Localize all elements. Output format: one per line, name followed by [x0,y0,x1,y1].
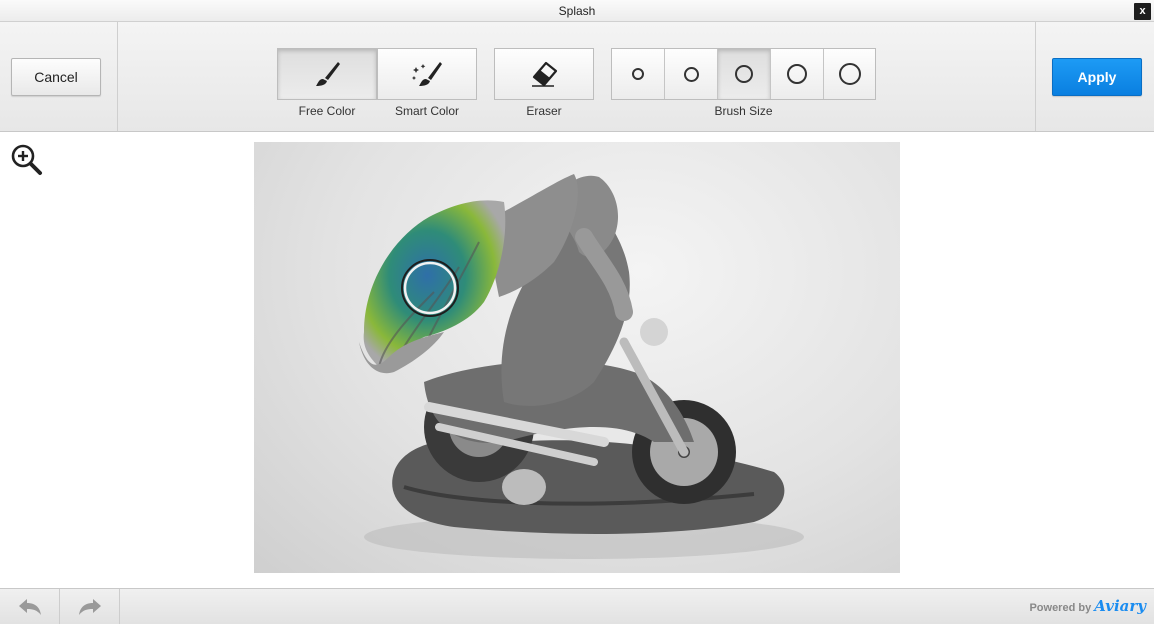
brush-size-1-button[interactable] [612,49,665,99]
cancel-button[interactable]: Cancel [11,58,101,96]
toolbar-right: Apply [1035,22,1154,131]
eraser-label: Eraser [526,104,562,118]
smart-color-button[interactable] [377,48,477,100]
photo-image [359,174,804,559]
brush-size-4-icon [787,64,807,84]
free-color-label: Free Color [298,104,356,118]
powered-by-text: Powered by [1029,602,1092,614]
powered-by: Powered by Aviary [1029,597,1146,615]
brush-size-3-button[interactable] [718,49,771,99]
splash-editor: Splash x Cancel Free Color Smart Color E… [0,0,1154,624]
free-color-button[interactable] [277,48,377,100]
brush-size-2-button[interactable] [665,49,718,99]
undo-button[interactable] [0,589,60,624]
workspace [0,132,1154,588]
brush-size-5-button[interactable] [824,49,875,99]
zoom-in-icon[interactable] [10,143,44,177]
redo-button[interactable] [60,589,120,624]
title-bar: Splash x [0,0,1154,22]
eraser-button[interactable] [494,48,594,100]
photo-canvas[interactable] [254,142,900,573]
eraser-icon [532,61,558,87]
magic-brush-icon [412,62,442,86]
paintbrush-icon [316,62,340,86]
brush-size-label: Brush Size [714,104,773,118]
toolbar-left: Cancel [0,22,118,131]
aviary-logo[interactable]: Aviary [1094,597,1146,615]
brush-size-1-icon [632,68,644,80]
smart-color-label: Smart Color [394,104,459,118]
brush-size-4-button[interactable] [771,49,824,99]
window-title: Splash [558,4,596,18]
toolbar: Cancel Free Color Smart Color Eraser Bru… [0,22,1154,132]
brush-size-2-icon [683,66,699,82]
brush-size-group [611,48,876,100]
brush-size-5-icon [838,63,861,85]
close-button[interactable]: x [1134,3,1151,20]
apply-button[interactable]: Apply [1052,58,1142,96]
redo-icon [78,598,101,615]
footer: Powered by Aviary [0,588,1154,624]
brush-size-3-icon [735,65,753,83]
undo-icon [18,598,41,615]
